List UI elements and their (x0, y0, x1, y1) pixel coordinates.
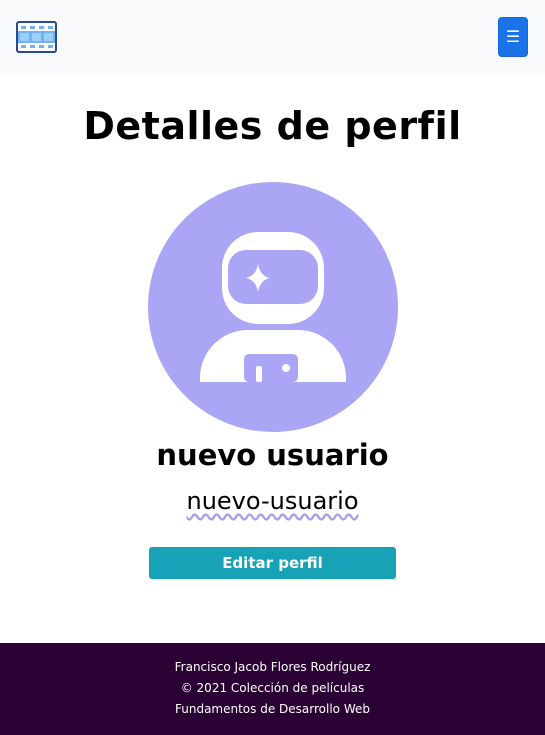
footer-course: Fundamentos de Desarrollo Web (175, 702, 370, 716)
astronaut-icon (200, 232, 346, 382)
footer-copyright: © 2021 Colección de películas (180, 681, 365, 695)
avatar (148, 182, 398, 432)
edit-profile-button[interactable]: Editar perfil (149, 547, 396, 579)
profile-username: nuevo-usuario (0, 487, 545, 515)
menu-toggle-button[interactable]: ☰ (498, 17, 528, 57)
profile-display-name: nuevo usuario (156, 438, 389, 472)
footer-author: Francisco Jacob Flores Rodríguez (174, 660, 371, 674)
navbar: ☰ (0, 0, 545, 73)
hamburger-menu-icon: ☰ (505, 27, 521, 46)
profile-username-text: nuevo-usuario (186, 487, 359, 515)
footer: Francisco Jacob Flores Rodríguez © 2021 … (0, 643, 545, 735)
film-strip-icon[interactable] (16, 21, 57, 53)
page-title: Detalles de perfil (83, 104, 462, 148)
